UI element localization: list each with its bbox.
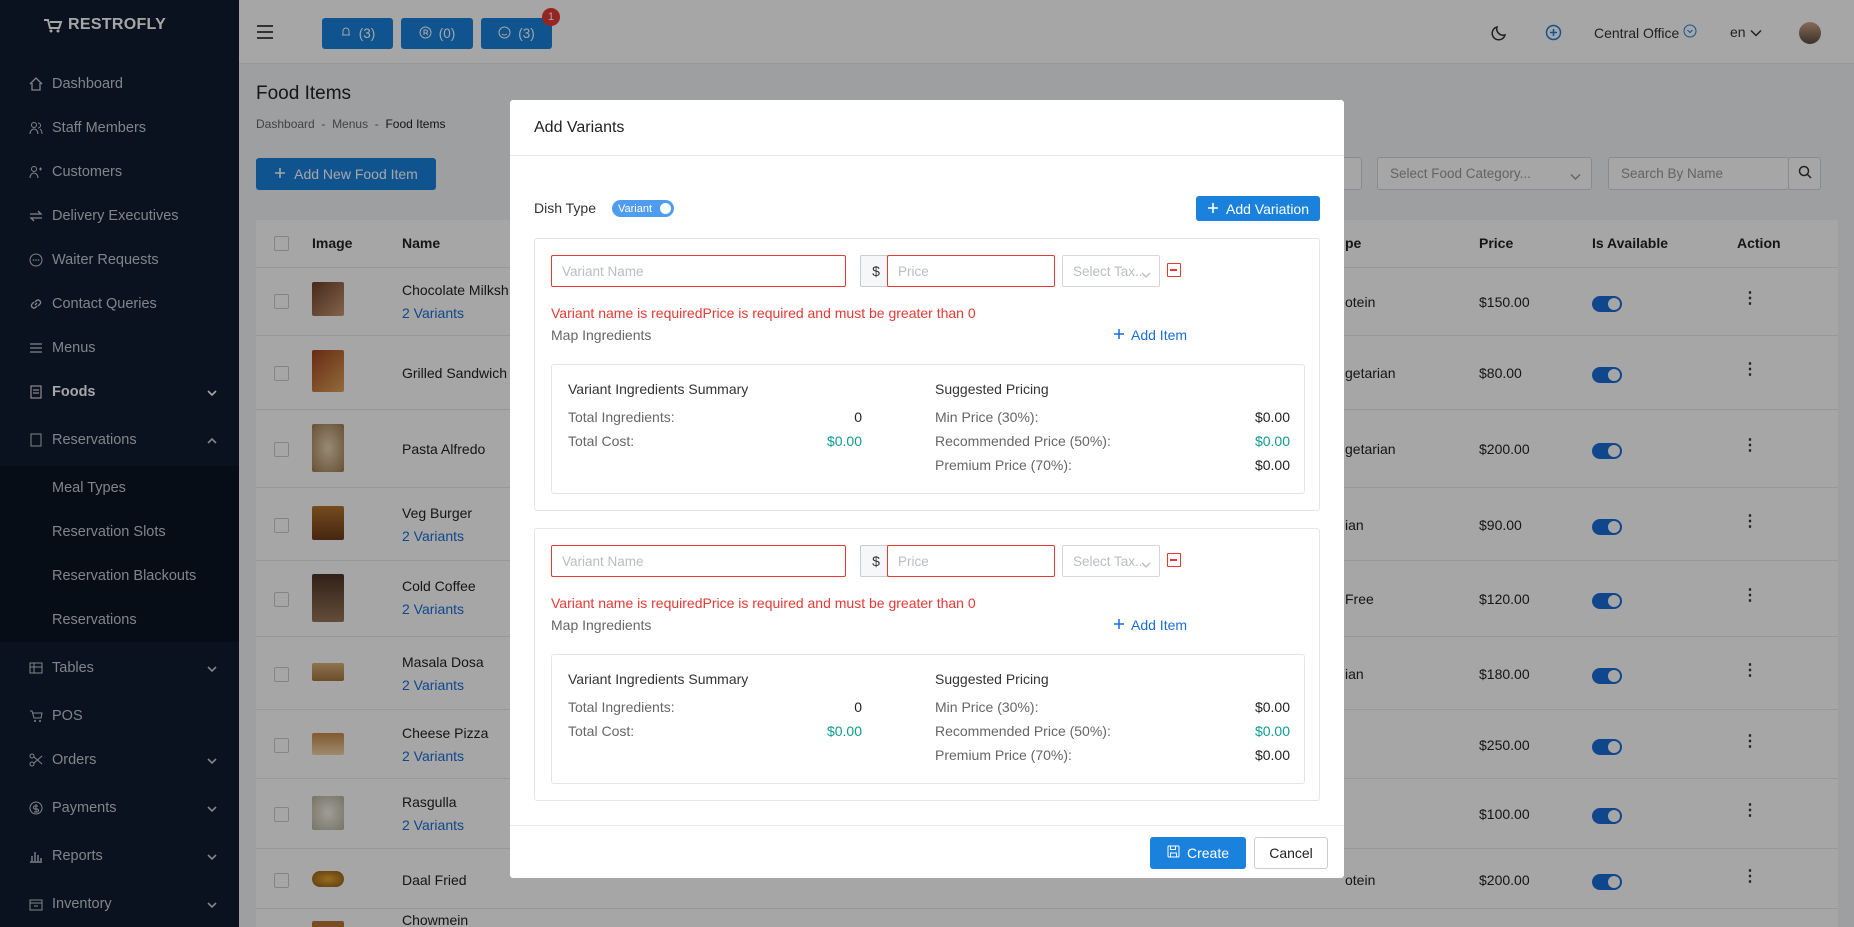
premium-price-label: Premium Price (70%):: [935, 747, 1072, 763]
variant-name-input[interactable]: [551, 545, 846, 577]
remove-variant-icon[interactable]: [1167, 553, 1181, 567]
price-input[interactable]: [887, 545, 1055, 577]
total-cost-label: Total Cost:: [568, 433, 635, 449]
premium-price-value: $0.00: [1254, 457, 1290, 473]
premium-price-label: Premium Price (70%):: [935, 457, 1072, 473]
add-variation-label: Add Variation: [1225, 200, 1309, 217]
dish-type-toggle[interactable]: Variant: [612, 200, 674, 217]
create-button[interactable]: Create: [1150, 837, 1246, 869]
total-ingredients-label: Total Ingredients:: [568, 699, 675, 715]
total-cost-label: Total Cost:: [568, 723, 635, 739]
price-input[interactable]: [887, 255, 1055, 287]
total-ingredients-value: 0: [854, 699, 862, 715]
min-price-label: Min Price (30%):: [935, 699, 1039, 715]
variant-name-input[interactable]: [551, 255, 846, 287]
modal-title: Add Variants: [534, 119, 625, 136]
premium-price-value: $0.00: [1254, 747, 1290, 763]
add-item-label: Add Item: [1131, 327, 1188, 343]
add-item-button[interactable]: Add Item: [1113, 327, 1187, 343]
recommended-price-value: $0.00: [1254, 433, 1290, 449]
total-ingredients-label: Total Ingredients:: [568, 409, 675, 425]
min-price-value: $0.00: [1254, 409, 1290, 425]
tax-select-placeholder: Select Tax...: [1073, 263, 1147, 279]
map-ingredients-label: Map Ingredients: [551, 327, 652, 343]
modal-footer: Create Cancel: [510, 825, 1344, 878]
plus-icon: [1113, 617, 1125, 633]
summary-title: Variant Ingredients Summary: [568, 671, 749, 687]
add-item-button[interactable]: Add Item: [1113, 617, 1187, 633]
tax-select[interactable]: Select Tax...: [1062, 255, 1160, 287]
chevron-down-icon: [1141, 267, 1151, 282]
ingredients-summary-box: Variant Ingredients Summary Total Ingred…: [551, 654, 1305, 784]
chevron-down-icon: [1141, 557, 1151, 572]
add-variants-modal: Add Variants Dish Type Variant Add Varia…: [510, 100, 1344, 878]
add-item-label: Add Item: [1131, 617, 1188, 633]
dish-type-label: Dish Type: [534, 200, 596, 216]
cancel-button[interactable]: Cancel: [1254, 837, 1328, 869]
save-icon: [1167, 845, 1180, 861]
tax-select-placeholder: Select Tax...: [1073, 553, 1147, 569]
tax-select[interactable]: Select Tax...: [1062, 545, 1160, 577]
ingredients-summary-box: Variant Ingredients Summary Total Ingred…: [551, 364, 1305, 494]
total-cost-value: $0.00: [826, 433, 862, 449]
add-variation-button[interactable]: Add Variation: [1196, 196, 1320, 221]
dish-type-toggle-label: Variant: [618, 202, 653, 215]
validation-error: Variant name is requiredPrice is require…: [551, 595, 976, 611]
pricing-title: Suggested Pricing: [935, 671, 1049, 687]
total-cost-value: $0.00: [826, 723, 862, 739]
total-ingredients-value: 0: [854, 409, 862, 425]
create-label: Create: [1186, 845, 1230, 861]
variant-card: $ Select Tax... Variant name is required…: [534, 238, 1320, 511]
plus-icon: [1113, 327, 1125, 343]
recommended-price-label: Recommended Price (50%):: [935, 433, 1111, 449]
modal-header: Add Variants: [510, 100, 1344, 156]
map-ingredients-label: Map Ingredients: [551, 617, 652, 633]
recommended-price-value: $0.00: [1254, 723, 1290, 739]
min-price-value: $0.00: [1254, 699, 1290, 715]
summary-title: Variant Ingredients Summary: [568, 381, 749, 397]
validation-error: Variant name is requiredPrice is require…: [551, 305, 976, 321]
remove-variant-icon[interactable]: [1167, 263, 1181, 277]
recommended-price-label: Recommended Price (50%):: [935, 723, 1111, 739]
variant-card: $ Select Tax... Variant name is required…: [534, 528, 1320, 801]
pricing-title: Suggested Pricing: [935, 381, 1049, 397]
plus-icon: [1207, 201, 1219, 217]
min-price-label: Min Price (30%):: [935, 409, 1039, 425]
